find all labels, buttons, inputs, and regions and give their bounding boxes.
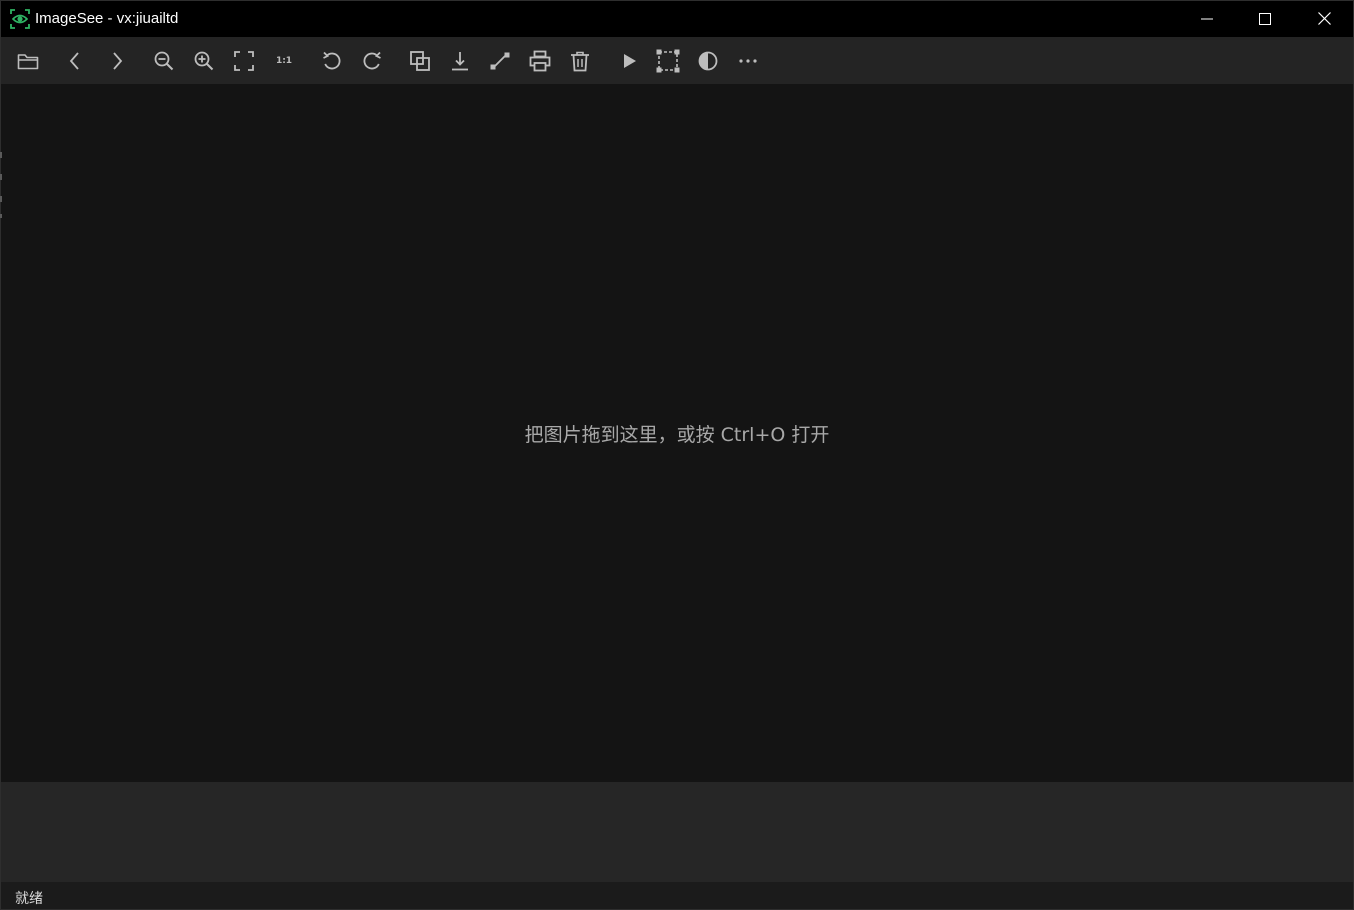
zoom-in-button[interactable] <box>193 50 215 72</box>
app-window: ImageSee - vx:jiuailtd 1:1 把图片拖到这里，或按 Ct… <box>0 0 1354 910</box>
window-title: ImageSee - vx:jiuailtd <box>35 10 179 27</box>
rotate-left-button[interactable] <box>321 50 343 72</box>
more-button[interactable] <box>737 50 759 72</box>
trash-icon <box>569 50 591 72</box>
crop-icon <box>656 49 680 73</box>
thumbnail-strip[interactable] <box>1 782 1353 882</box>
fit-screen-icon <box>233 50 255 72</box>
download-icon <box>449 50 471 72</box>
edge-resize-marks <box>0 152 2 218</box>
maximize-button[interactable] <box>1236 1 1294 37</box>
fit-to-window-button[interactable] <box>233 50 255 72</box>
copy-button[interactable] <box>409 50 431 72</box>
actual-size-button[interactable]: 1:1 <box>273 50 295 72</box>
rotate-right-button[interactable] <box>361 50 383 72</box>
folder-icon <box>17 50 39 72</box>
minimize-icon <box>1201 10 1213 29</box>
close-button[interactable] <box>1295 1 1353 37</box>
close-icon <box>1317 10 1331 29</box>
resize-button[interactable] <box>489 50 511 72</box>
printer-icon <box>529 50 551 72</box>
save-button[interactable] <box>449 50 471 72</box>
status-bar: 就绪 <box>1 882 1353 909</box>
previous-button[interactable] <box>64 50 86 72</box>
actual-size-icon: 1:1 <box>275 56 293 66</box>
delete-button[interactable] <box>569 50 591 72</box>
zoom-in-icon <box>193 50 215 72</box>
copy-icon <box>409 50 431 72</box>
eye-icon <box>9 8 31 30</box>
crop-button[interactable] <box>656 49 680 73</box>
open-folder-button[interactable] <box>17 50 39 72</box>
title-bar[interactable]: ImageSee - vx:jiuailtd <box>1 1 1353 37</box>
print-button[interactable] <box>529 50 551 72</box>
rotate-cw-icon <box>361 50 383 72</box>
maximize-icon <box>1259 10 1271 29</box>
toolbar: 1:1 <box>1 37 1353 84</box>
contrast-button[interactable] <box>697 50 719 72</box>
drop-hint-text: 把图片拖到这里，或按 Ctrl+O 打开 <box>524 424 830 446</box>
play-icon <box>618 50 640 72</box>
resize-icon <box>489 50 511 72</box>
slideshow-button[interactable] <box>618 50 640 72</box>
next-button[interactable] <box>106 50 128 72</box>
zoom-out-icon <box>153 50 175 72</box>
image-drop-area[interactable]: 把图片拖到这里，或按 Ctrl+O 打开 <box>0 84 1353 782</box>
more-horizontal-icon <box>737 50 759 72</box>
chevron-right-icon <box>106 50 128 72</box>
zoom-out-button[interactable] <box>153 50 175 72</box>
minimize-button[interactable] <box>1178 1 1236 37</box>
status-text: 就绪 <box>15 891 43 907</box>
rotate-ccw-icon <box>321 50 343 72</box>
contrast-icon <box>697 50 719 72</box>
chevron-left-icon <box>64 50 86 72</box>
